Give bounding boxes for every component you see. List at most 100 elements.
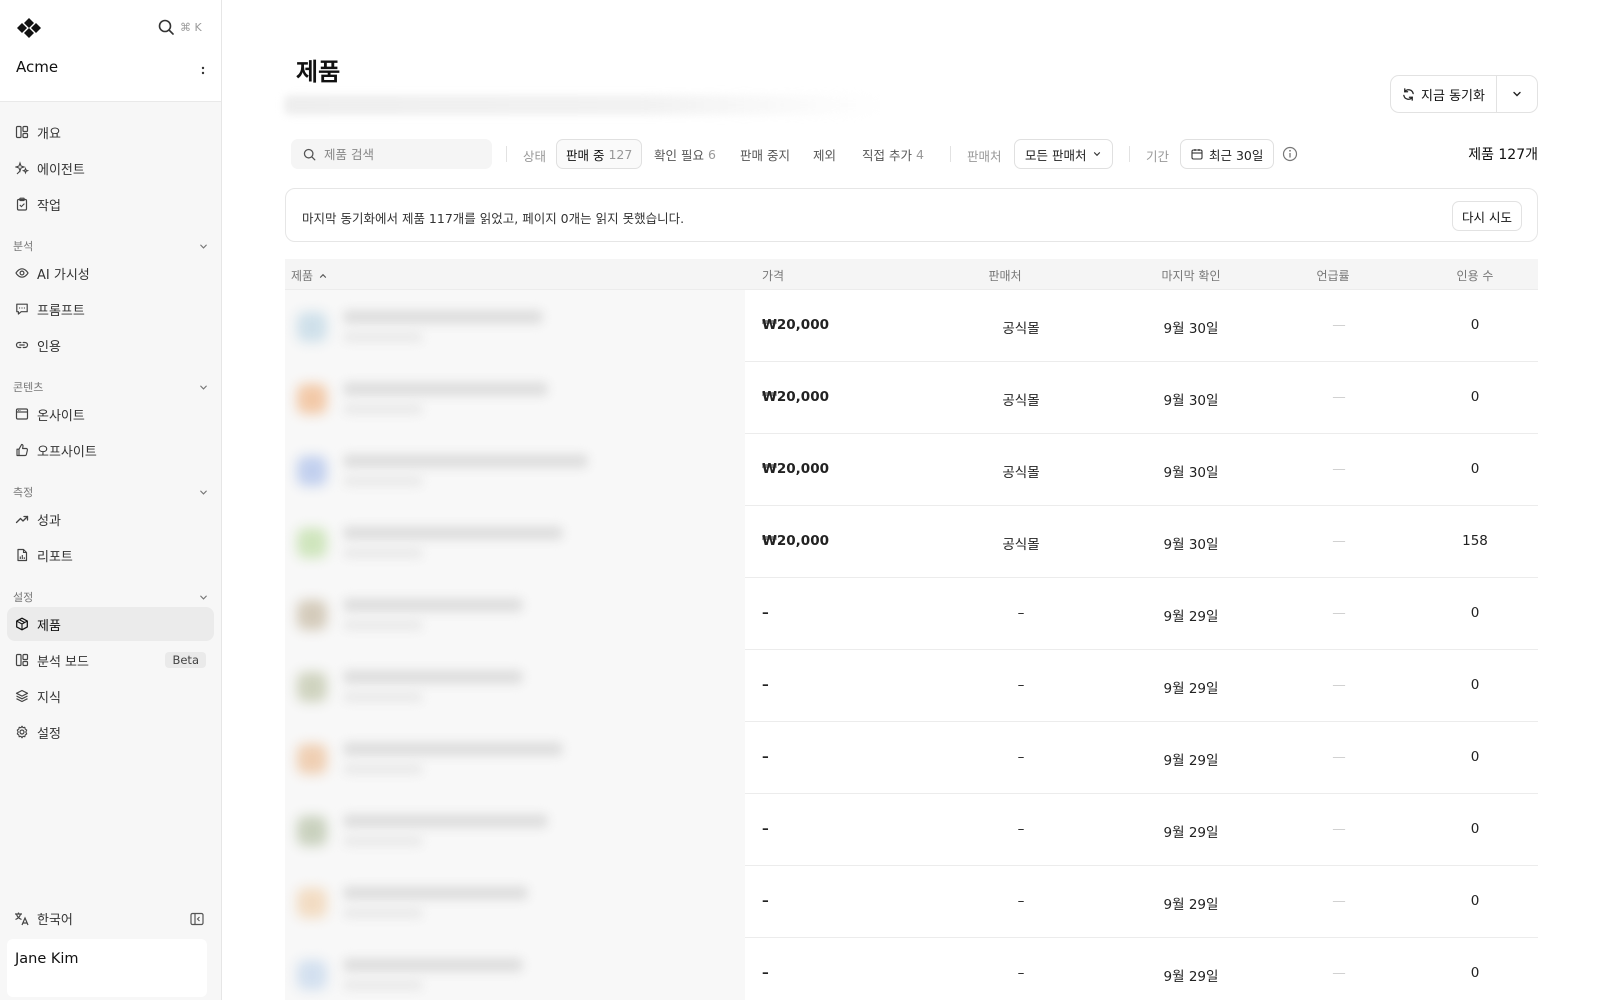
- product-name-blurred: [343, 814, 548, 828]
- table-row[interactable]: – – 9월 29일 — 0: [285, 866, 1538, 938]
- sidebar-item[interactable]: 분석 보드 Beta: [7, 643, 214, 677]
- table-row[interactable]: ₩20,000 공식몰 9월 30일 — 0: [285, 434, 1538, 506]
- divider: [506, 146, 507, 162]
- product-name-blurred: [343, 454, 588, 468]
- citations-cell: 0: [1470, 389, 1480, 405]
- sidebar-section-header[interactable]: 측정: [13, 484, 209, 500]
- sidebar-item[interactable]: 프롬프트: [7, 292, 214, 326]
- status-filter-pill-label: 판매 중지: [740, 147, 790, 163]
- sidebar-item[interactable]: 개요: [7, 115, 214, 149]
- column-header-mention-rate[interactable]: 언급률: [1316, 267, 1349, 284]
- product-search-input[interactable]: [324, 146, 484, 162]
- sidebar-item[interactable]: 작업: [7, 187, 214, 221]
- mention-rate-cell: —: [1332, 317, 1346, 333]
- sidebar-item-label: 온사이트: [37, 408, 85, 424]
- search-icon: [158, 19, 174, 35]
- sidebar-section-header[interactable]: 콘텐츠: [13, 379, 209, 395]
- product-name-blurred: [343, 382, 548, 396]
- seller-dropdown[interactable]: 모든 판매처: [1014, 139, 1114, 169]
- status-filter-pill-label: 판매 중: [566, 147, 605, 163]
- price-cell: –: [762, 893, 769, 909]
- seller-cell: –: [1017, 677, 1025, 693]
- sidebar-item[interactable]: AI 가시성: [7, 256, 214, 290]
- seller-filter-label: 판매처: [967, 149, 1002, 164]
- sidebar-item[interactable]: 설정: [7, 715, 214, 749]
- layout-icon: [15, 125, 29, 139]
- price-cell: ₩20,000: [762, 533, 829, 549]
- org-switcher[interactable]: Acme: [16, 58, 58, 76]
- status-filter-pill[interactable]: 제외: [813, 139, 836, 169]
- seller-cell: –: [1017, 965, 1025, 981]
- table-row[interactable]: ₩20,000 공식몰 9월 30일 — 0: [285, 362, 1538, 434]
- sidebar-item[interactable]: 오프사이트: [7, 433, 214, 467]
- more-vertical-icon[interactable]: [198, 64, 208, 78]
- sidebar-item[interactable]: 인용: [7, 328, 214, 362]
- user-name: Jane Kim: [15, 951, 79, 967]
- product-meta-blurred: [343, 836, 423, 846]
- price-cell: –: [762, 677, 769, 693]
- logo-icon[interactable]: [13, 17, 45, 39]
- mention-rate-cell: —: [1332, 965, 1346, 981]
- info-icon[interactable]: [1282, 146, 1298, 162]
- sidebar-section-title: 분석: [13, 240, 34, 253]
- table-header: 제품 가격 판매처 마지막 확인 언급률 인용 수: [285, 259, 1538, 290]
- table-row[interactable]: ₩20,000 공식몰 9월 30일 — 158: [285, 506, 1538, 578]
- sidebar-item-label: 분석 보드: [37, 654, 89, 670]
- seller-dropdown-value: 모든 판매처: [1025, 147, 1087, 163]
- sidebar-section-header[interactable]: 분석: [13, 238, 209, 254]
- status-filter-pill[interactable]: 직접 추가 4: [862, 139, 924, 169]
- sync-notice-text: 마지막 동기화에서 제품 117개를 읽었고, 페이지 0개는 읽지 못했습니다…: [302, 211, 685, 226]
- sidebar-section-header[interactable]: 설정: [13, 589, 209, 605]
- table-row[interactable]: – – 9월 29일 — 0: [285, 722, 1538, 794]
- product-name-blurred: [343, 526, 563, 540]
- price-cell: –: [762, 749, 769, 765]
- column-header-price[interactable]: 가격: [762, 267, 784, 284]
- column-header-product[interactable]: 제품: [291, 267, 328, 284]
- sidebar-item[interactable]: 온사이트: [7, 397, 214, 431]
- sidebar-item[interactable]: 리포트: [7, 538, 214, 572]
- message-icon: [15, 302, 29, 316]
- mention-rate-cell: —: [1332, 389, 1346, 405]
- sync-now-button[interactable]: 지금 동기화: [1391, 76, 1497, 112]
- status-filter-pill[interactable]: 판매 중 127: [556, 139, 643, 169]
- user-menu[interactable]: Jane Kim: [7, 939, 207, 997]
- product-thumbnail: [297, 600, 327, 630]
- sync-options-button[interactable]: [1497, 76, 1537, 112]
- column-header-last-checked[interactable]: 마지막 확인: [1161, 267, 1220, 284]
- table-row[interactable]: ₩20,000 공식몰 9월 30일 — 0: [285, 290, 1538, 362]
- sidebar-item-label: 오프사이트: [37, 444, 97, 460]
- column-header-citations[interactable]: 인용 수: [1457, 267, 1494, 284]
- language-switcher[interactable]: 한국어: [14, 909, 73, 928]
- product-search[interactable]: [291, 139, 492, 169]
- sync-now-label: 지금 동기화: [1421, 88, 1485, 104]
- sidebar-header: ⌘ K Acme: [0, 0, 221, 102]
- last-checked-cell: 9월 29일: [1163, 825, 1219, 841]
- sidebar-item[interactable]: 성과: [7, 502, 214, 536]
- sidebar-item[interactable]: 지식: [7, 679, 214, 713]
- status-filter-pill[interactable]: 확인 필요 6: [654, 139, 716, 169]
- retry-button[interactable]: 다시 시도: [1452, 201, 1522, 231]
- sidebar-section-title: 설정: [13, 591, 34, 604]
- table-row[interactable]: – – 9월 29일 — 0: [285, 938, 1538, 1000]
- sidebar-item[interactable]: 제품: [7, 607, 214, 641]
- sidebar-collapse-icon[interactable]: [190, 912, 204, 926]
- table-row[interactable]: – – 9월 29일 — 0: [285, 650, 1538, 722]
- status-filter-pill-label: 직접 추가: [862, 147, 912, 163]
- status-filter-pill[interactable]: 판매 중지: [740, 139, 790, 169]
- link-icon: [15, 338, 29, 352]
- sidebar-item-label: 성과: [37, 513, 61, 529]
- sidebar-item[interactable]: 에이전트: [7, 151, 214, 185]
- sidebar-item-label: 작업: [37, 198, 61, 214]
- product-meta-blurred: [343, 764, 423, 774]
- product-thumbnail: [297, 744, 327, 774]
- product-cell-blurred: [285, 434, 745, 506]
- last-checked-cell: 9월 30일: [1163, 465, 1219, 481]
- table-row[interactable]: – – 9월 29일 — 0: [285, 578, 1538, 650]
- period-dropdown[interactable]: 최근 30일: [1180, 139, 1275, 169]
- table-row[interactable]: – – 9월 29일 — 0: [285, 794, 1538, 866]
- sidebar: ⌘ K Acme 개요 에이전트작업분석 AI 가시성 프롬프트 인용콘텐츠온사이트오프…: [0, 0, 222, 1000]
- column-header-seller[interactable]: 판매처: [988, 267, 1021, 284]
- period-filter-label: 기간: [1146, 149, 1170, 164]
- chevron-down-icon: [1094, 152, 1101, 157]
- search-trigger[interactable]: ⌘ K: [158, 19, 202, 35]
